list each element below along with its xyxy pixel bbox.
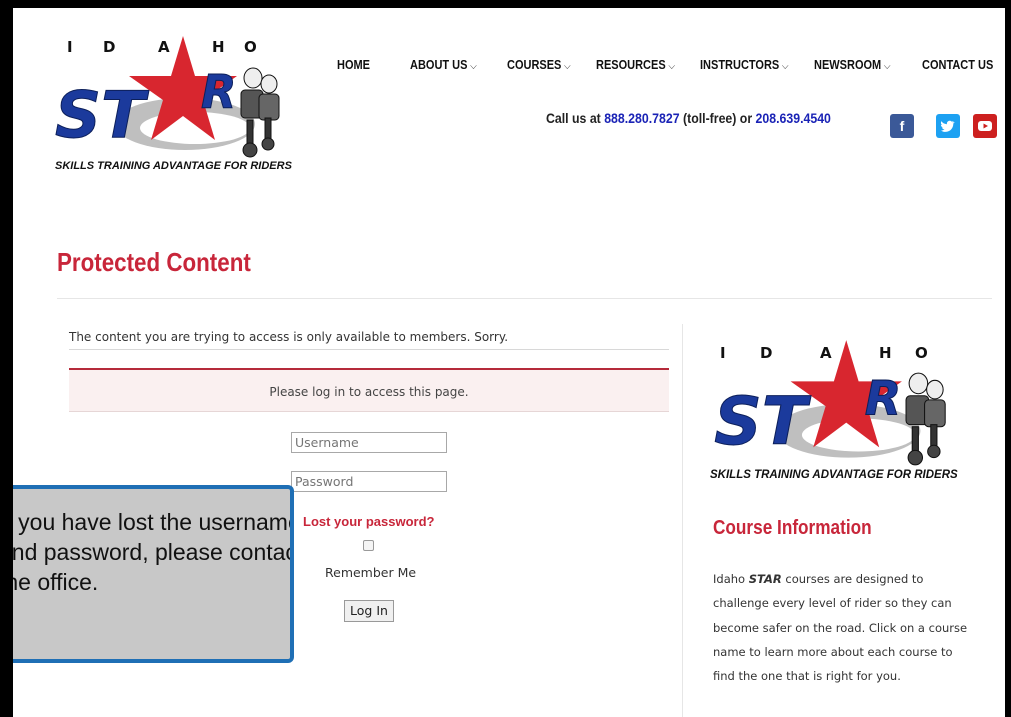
brand-star-text: STAR xyxy=(748,572,782,586)
svg-text:ST: ST xyxy=(55,79,149,153)
youtube-icon[interactable] xyxy=(973,114,997,138)
sidebar-logo[interactable]: I D A H O ST R SKILLS TRAINING ADVANTAGE… xyxy=(708,336,968,481)
twitter-icon[interactable] xyxy=(936,114,960,138)
call-us-line: Call us at 888.280.7827 (toll-free) or 2… xyxy=(546,110,831,126)
nav-resources[interactable]: RESOURCES ⌵ xyxy=(596,58,675,72)
nav-about-us[interactable]: ABOUT US ⌵ xyxy=(410,58,477,72)
chevron-down-icon: ⌵ xyxy=(781,61,789,72)
phone-tollfree-link[interactable]: 888.280.7827 xyxy=(604,110,679,126)
star-logo-graphic: ST R xyxy=(55,36,280,158)
login-alert: Please log in to access this page. xyxy=(69,368,669,412)
svg-text:R: R xyxy=(865,371,902,426)
lost-password-link[interactable]: Lost your password? xyxy=(303,514,434,529)
logo-tagline: SKILLS TRAINING ADVANTAGE FOR RIDERS xyxy=(55,160,292,172)
star-logo-graphic: ST R xyxy=(714,340,946,466)
phone-local-link[interactable]: 208.639.4540 xyxy=(756,110,831,126)
annotation-callout: If you have lost the username and passwo… xyxy=(13,485,294,663)
course-info-heading: Course Information xyxy=(713,517,872,539)
callout-text: If you have lost the username and passwo… xyxy=(13,509,294,595)
chevron-down-icon: ⌵ xyxy=(470,61,477,72)
svg-text:ST: ST xyxy=(714,383,812,460)
page: I D A H O ST R SKILLS TRAINING ADVANTAGE… xyxy=(13,8,1005,717)
nav-home[interactable]: HOME xyxy=(337,58,370,72)
divider xyxy=(69,349,669,350)
course-info-text: Idaho STAR courses are designed to chall… xyxy=(713,572,968,684)
username-input[interactable] xyxy=(291,432,447,453)
login-button[interactable]: Log In xyxy=(344,600,394,622)
sidebar-divider xyxy=(682,324,683,717)
logo-tagline: SKILLS TRAINING ADVANTAGE FOR RIDERS xyxy=(710,469,958,481)
access-message: The content you are trying to access is … xyxy=(69,330,509,344)
chevron-down-icon: ⌵ xyxy=(883,61,891,72)
nav-newsroom[interactable]: NEWSROOM ⌵ xyxy=(814,58,891,72)
svg-text:R: R xyxy=(201,65,236,119)
divider xyxy=(57,298,992,299)
remember-me-checkbox[interactable] xyxy=(363,540,374,551)
site-logo[interactable]: I D A H O ST R SKILLS TRAINING ADVANTAGE… xyxy=(55,32,295,172)
chevron-down-icon: ⌵ xyxy=(668,61,676,72)
remember-me-label: Remember Me xyxy=(325,565,417,580)
nav-contact-us[interactable]: CONTACT US xyxy=(922,58,993,72)
nav-courses[interactable]: COURSES ⌵ xyxy=(507,58,571,72)
nav-instructors[interactable]: INSTRUCTORS ⌵ xyxy=(700,58,789,72)
page-title: Protected Content xyxy=(57,247,251,277)
facebook-icon[interactable]: f xyxy=(890,114,914,138)
chevron-down-icon: ⌵ xyxy=(564,61,571,72)
password-input[interactable] xyxy=(291,471,447,492)
